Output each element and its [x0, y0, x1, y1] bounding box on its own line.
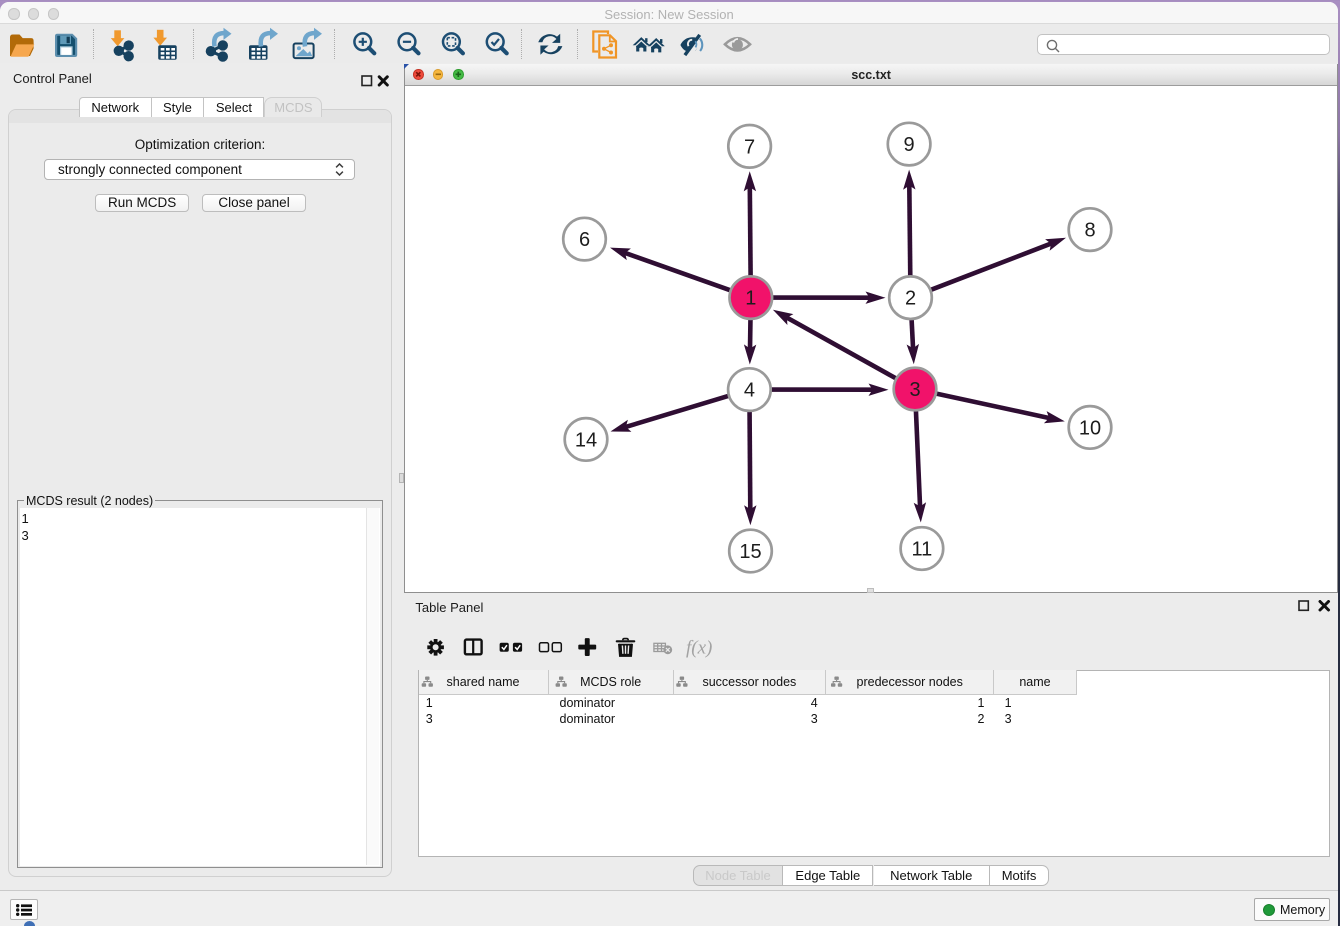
svg-text:9: 9 — [904, 134, 915, 156]
svg-text:10: 10 — [1079, 417, 1101, 439]
svg-text:4: 4 — [744, 380, 755, 402]
svg-text:6: 6 — [579, 229, 590, 251]
svg-text:8: 8 — [1084, 220, 1095, 242]
svg-text:f(x): f(x) — [686, 638, 712, 659]
svg-text:2: 2 — [905, 288, 916, 310]
svg-text:15: 15 — [739, 541, 761, 563]
svg-text:14: 14 — [575, 429, 597, 451]
svg-text:7: 7 — [744, 136, 755, 158]
svg-text:3: 3 — [909, 379, 920, 401]
svg-text:11: 11 — [912, 539, 933, 561]
svg-text:1: 1 — [745, 288, 756, 310]
